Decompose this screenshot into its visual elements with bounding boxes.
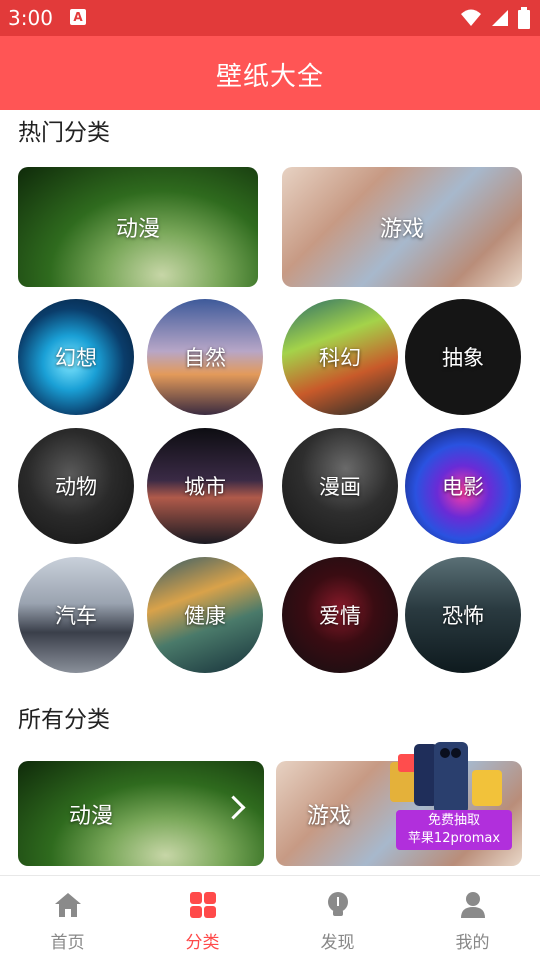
home-icon — [54, 893, 81, 917]
circle-love[interactable]: 爱情 — [282, 557, 398, 673]
battery-icon — [518, 7, 530, 29]
circle-health-label: 健康 — [184, 604, 226, 628]
circle-city-label: 城市 — [184, 475, 226, 499]
nav-item-home[interactable]: 首页 — [0, 876, 135, 961]
hot-card-game[interactable]: 游戏 — [282, 167, 522, 287]
promo-line1: 免费抽取 — [427, 813, 480, 828]
circle-abstract[interactable]: 抽象 — [405, 299, 521, 415]
all-card-anime[interactable]: 动漫 — [18, 761, 264, 866]
status-bar: 3:00 A — [0, 0, 540, 36]
nav-label-discover: 发现 — [320, 933, 355, 953]
hot-card-anime-label: 动漫 — [115, 217, 160, 242]
circle-fantasy-label: 幻想 — [55, 346, 97, 370]
circle-scifi-label: 科幻 — [319, 346, 361, 370]
circle-fantasy[interactable]: 幻想 — [18, 299, 134, 415]
circle-horror[interactable]: 恐怖 — [405, 557, 521, 673]
promo-line2: 苹果12promax — [407, 831, 501, 846]
promo-label: 免费抽取 苹果12promax — [396, 810, 512, 850]
wifi-icon — [461, 9, 481, 26]
bottom-nav: 首页 分类 发现 我的 — [0, 875, 540, 961]
promo-ad[interactable]: 免费抽取 苹果12promax — [384, 740, 514, 855]
circle-car[interactable]: 汽车 — [18, 557, 134, 673]
circle-abstract-label: 抽象 — [442, 346, 484, 370]
nav-item-discover[interactable]: 发现 — [270, 876, 405, 961]
lightbulb-icon — [327, 892, 348, 916]
circle-animal[interactable]: 动物 — [18, 428, 134, 544]
circle-nature-label: 自然 — [184, 346, 226, 370]
nav-item-me[interactable]: 我的 — [405, 876, 540, 961]
phone-prize-icon — [390, 742, 502, 814]
status-time: 3:00 — [8, 6, 53, 30]
circle-movie[interactable]: 电影 — [405, 428, 521, 544]
nav-label-home: 首页 — [50, 933, 85, 953]
nav-label-me: 我的 — [455, 933, 490, 953]
nav-item-category[interactable]: 分类 — [135, 876, 270, 961]
all-categories-title: 所有分类 — [18, 707, 110, 733]
status-icons — [460, 6, 530, 30]
user-icon — [460, 892, 485, 918]
circle-comics[interactable]: 漫画 — [282, 428, 398, 544]
circle-animal-label: 动物 — [55, 475, 97, 499]
circle-car-label: 汽车 — [55, 604, 97, 628]
circle-horror-label: 恐怖 — [442, 604, 484, 628]
circle-movie-label: 电影 — [442, 475, 484, 499]
circle-scifi[interactable]: 科幻 — [282, 299, 398, 415]
circle-city[interactable]: 城市 — [147, 428, 263, 544]
nav-label-category: 分类 — [185, 933, 220, 953]
hot-card-game-label: 游戏 — [379, 217, 424, 242]
circle-comics-label: 漫画 — [319, 475, 361, 499]
page-title: 壁纸大全 — [215, 62, 324, 92]
circle-love-label: 爱情 — [319, 604, 361, 628]
hot-categories-title: 热门分类 — [18, 120, 110, 146]
notification-icon: A — [70, 9, 86, 25]
grid-icon — [189, 892, 216, 918]
app-header: 壁纸大全 — [0, 36, 540, 110]
circle-nature[interactable]: 自然 — [147, 299, 263, 415]
circle-health[interactable]: 健康 — [147, 557, 263, 673]
signal-icon — [492, 10, 508, 26]
hot-card-anime[interactable]: 动漫 — [18, 167, 258, 287]
